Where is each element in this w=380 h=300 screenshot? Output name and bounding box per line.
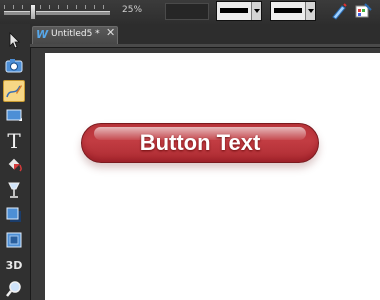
- freehand-pen-icon: [6, 85, 22, 98]
- bevel-icon: [6, 232, 22, 248]
- close-icon[interactable]: ✕: [106, 26, 115, 40]
- document-title: Untitled5 *: [51, 29, 100, 39]
- text-tool[interactable]: T: [3, 130, 25, 152]
- line-sample: [274, 8, 302, 13]
- line-width-dropdown[interactable]: [216, 1, 262, 21]
- zoom-tool[interactable]: [3, 279, 25, 300]
- magnifier-icon: [6, 281, 21, 297]
- canvas-area[interactable]: Button Text: [31, 48, 380, 300]
- zoom-slider-ticks: [4, 5, 110, 9]
- zoom-slider-thumb[interactable]: [30, 4, 36, 20]
- rectangle-tool[interactable]: [3, 105, 25, 127]
- freehand-pen-tool[interactable]: [3, 80, 25, 102]
- line-style-dropdown[interactable]: [270, 1, 316, 21]
- bevel-tool[interactable]: [3, 230, 25, 252]
- selector-tool[interactable]: [3, 30, 25, 52]
- photo-tool[interactable]: [3, 55, 25, 77]
- shadow-tool[interactable]: [3, 205, 25, 227]
- line-sample: [220, 8, 248, 13]
- tools-toolbar: T 3D: [0, 24, 31, 300]
- chevron-down-icon[interactable]: [251, 2, 261, 20]
- wine-glass-icon: [8, 182, 20, 198]
- shadow-icon: [6, 207, 21, 222]
- zoom-slider[interactable]: [4, 11, 110, 15]
- color-editor-icon[interactable]: [354, 2, 372, 20]
- fill-tool[interactable]: [3, 155, 25, 177]
- property-bar: 25%: [0, 0, 380, 25]
- text-t-icon: T: [7, 129, 21, 153]
- 3d-icon: 3D: [5, 259, 23, 272]
- zoom-readout: 25%: [122, 5, 143, 15]
- document-page[interactable]: Button Text: [45, 53, 380, 300]
- arrow-pointer-icon: [9, 32, 20, 49]
- demo-button-graphic[interactable]: Button Text: [81, 123, 319, 163]
- fill-bucket-icon: [7, 157, 22, 172]
- rectangle-icon: [6, 109, 22, 121]
- button-label: Button Text: [139, 130, 261, 155]
- app-logo-icon: W: [36, 28, 49, 41]
- document-tab-bar: W Untitled5 *: [30, 24, 380, 44]
- 3d-tool[interactable]: 3D: [3, 255, 25, 277]
- pen-pencil-icon[interactable]: [330, 2, 348, 20]
- property-field[interactable]: [165, 3, 209, 20]
- chevron-down-icon[interactable]: [305, 2, 315, 20]
- camera-icon: [5, 59, 23, 73]
- transparency-tool[interactable]: [3, 180, 25, 202]
- app-window: 25% T 3D W Untitled5 * ✕ Button Text: [0, 0, 380, 300]
